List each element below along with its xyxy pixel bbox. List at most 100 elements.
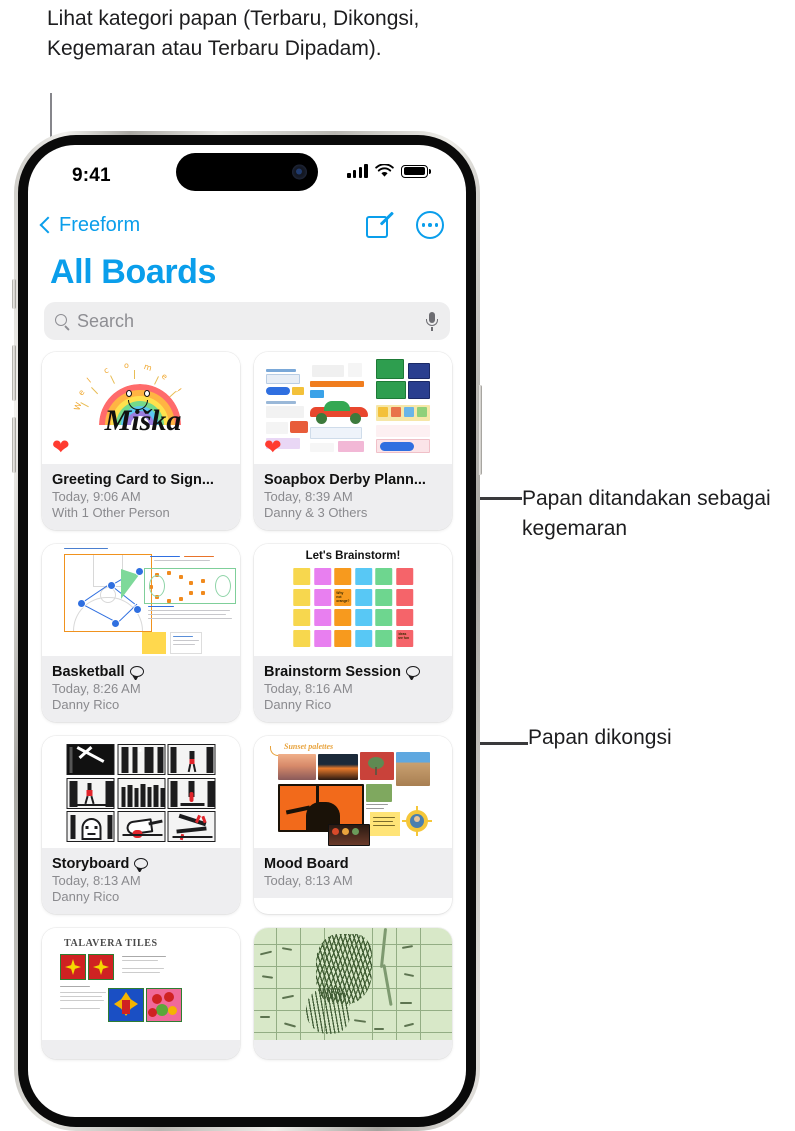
callout-favorite-board: Papan ditandakan sebagai kegemaran	[522, 487, 771, 540]
storyboard-frames	[66, 744, 216, 842]
basketball-notes	[144, 556, 236, 622]
board-thumbnail	[254, 928, 452, 1040]
board-card-soapbox-derby[interactable]: ❤ Soapbox Derby Plann... Today, 8:39 AM …	[254, 352, 452, 530]
page-title: All Boards	[50, 253, 217, 291]
talavera-heading: TALAVERA TILES	[64, 938, 158, 949]
favorite-heart-icon[interactable]: ❤	[52, 437, 70, 458]
callout-shared-board: Papan dikongsi	[528, 726, 672, 749]
board-title: Greeting Card to Sign...	[52, 472, 230, 488]
volume-up-button[interactable]	[12, 345, 16, 401]
board-title-text: Brainstorm Session	[264, 664, 401, 680]
more-options-icon[interactable]	[416, 211, 444, 239]
board-title-text: Storyboard	[52, 856, 130, 872]
mood-board-label: Sunset palettes	[284, 742, 334, 751]
board-timestamp: Today, 8:39 AM	[264, 489, 353, 504]
soapbox-derby-artwork	[254, 352, 452, 464]
device-screen: 9:41 Freeform All Boards Search W e l c …	[28, 145, 466, 1117]
silent-switch[interactable]	[12, 279, 16, 309]
board-title-text: Basketball	[52, 664, 125, 680]
board-thumbnail: TALAVERA TILES	[42, 928, 240, 1040]
navigation-bar: Freeform	[28, 201, 466, 247]
chevron-left-icon	[39, 216, 57, 234]
wifi-icon	[375, 164, 394, 177]
board-timestamp: Today, 8:26 AM	[52, 681, 141, 696]
board-meta: Soapbox Derby Plann... Today, 8:39 AM Da…	[254, 464, 452, 530]
brainstorm-heading: Let's Brainstorm!	[305, 550, 401, 562]
board-title-text: Mood Board	[264, 856, 349, 872]
board-timestamp: Today, 8:16 AM	[264, 681, 353, 696]
board-meta: Basketball Today, 8:26 AM Danny Rico	[42, 656, 240, 722]
basketball-court-diagram	[64, 554, 152, 632]
mood-board-artwork: Sunset palettes	[254, 736, 452, 848]
shared-board-icon	[134, 857, 149, 872]
favorite-heart-icon[interactable]: ❤	[264, 437, 282, 458]
shared-board-icon	[406, 665, 421, 680]
dynamic-island	[176, 153, 318, 191]
board-meta	[254, 1040, 452, 1059]
board-title: Basketball	[52, 664, 230, 680]
board-thumbnail: Let's Brainstorm! Why not orange? Ideas …	[254, 544, 452, 656]
back-button-label: Freeform	[59, 213, 141, 236]
board-card-basketball[interactable]: Basketball Today, 8:26 AM Danny Rico	[42, 544, 240, 722]
board-participants: Danny Rico	[52, 889, 120, 904]
hex-terrain	[254, 928, 452, 1040]
board-title: Soapbox Derby Plann...	[264, 472, 442, 488]
back-button[interactable]: Freeform	[39, 213, 141, 237]
greeting-name-text: Miška	[104, 404, 182, 437]
field-diagram	[144, 568, 236, 604]
board-thumbnail: ❤	[254, 352, 452, 464]
shared-board-icon	[129, 665, 145, 680]
boards-grid: W e l c o m e ! Miška ❤ Greeting Card to…	[28, 352, 466, 1059]
status-indicators	[347, 164, 431, 178]
basketball-artwork	[42, 544, 240, 656]
board-card-hex-map[interactable]	[254, 928, 452, 1059]
power-button[interactable]	[478, 385, 482, 475]
nav-actions	[366, 207, 444, 239]
screenshot-page: Lihat kategori papan (Terbaru, Dikongsi,…	[0, 0, 795, 1131]
volume-down-button[interactable]	[12, 417, 16, 473]
board-timestamp: Today, 8:13 AM	[264, 873, 353, 888]
board-title-text: Greeting Card to Sign...	[52, 472, 214, 488]
board-meta	[42, 1040, 240, 1059]
board-meta: Greeting Card to Sign... Today, 9:06 AM …	[42, 464, 240, 530]
iphone-device: 9:41 Freeform All Boards Search W e l c …	[12, 131, 482, 1131]
cellular-bars-icon	[347, 164, 368, 178]
battery-full-icon	[401, 164, 431, 178]
board-card-storyboard[interactable]: Storyboard Today, 8:13 AM Danny Rico	[42, 736, 240, 914]
sunburst-sticker	[402, 806, 432, 836]
talavera-tiles-artwork: TALAVERA TILES	[42, 928, 240, 1040]
board-participants: Danny Rico	[264, 697, 332, 712]
board-participants: Danny Rico	[52, 697, 120, 712]
board-thumbnail: W e l c o m e ! Miška ❤	[42, 352, 240, 464]
search-container: Search	[28, 302, 466, 352]
compose-new-board-icon[interactable]	[366, 207, 396, 238]
callout-board-categories: Lihat kategori papan (Terbaru, Dikongsi,…	[47, 7, 420, 60]
board-meta: Mood Board Today, 8:13 AM	[254, 848, 452, 898]
front-camera-icon	[292, 164, 307, 180]
search-icon	[55, 313, 70, 331]
microphone-icon[interactable]	[425, 311, 439, 331]
brainstorm-artwork: Let's Brainstorm! Why not orange? Ideas …	[254, 544, 452, 656]
search-bar[interactable]: Search	[44, 302, 450, 340]
board-title: Brainstorm Session	[264, 664, 442, 680]
board-card-greeting-card[interactable]: W e l c o m e ! Miška ❤ Greeting Card to…	[42, 352, 240, 530]
smiley-eye-right	[144, 390, 150, 397]
board-timestamp: Today, 8:13 AM	[52, 873, 141, 888]
sticky-note-grid: Why not orange? Ideas are fun	[293, 568, 413, 647]
status-time: 9:41	[72, 165, 111, 186]
board-participants: With 1 Other Person	[52, 505, 170, 520]
status-bar: 9:41	[28, 145, 466, 201]
board-title: Mood Board	[264, 856, 442, 872]
board-card-talavera-tiles[interactable]: TALAVERA TILES	[42, 928, 240, 1059]
board-title-text: Soapbox Derby Plann...	[264, 472, 426, 488]
board-card-brainstorm-session[interactable]: Let's Brainstorm! Why not orange? Ideas …	[254, 544, 452, 722]
board-thumbnail: Sunset palettes	[254, 736, 452, 848]
hex-map-artwork	[254, 928, 452, 1040]
search-input[interactable]: Search	[77, 311, 418, 332]
board-meta: Storyboard Today, 8:13 AM Danny Rico	[42, 848, 240, 914]
board-meta: Brainstorm Session Today, 8:16 AM Danny …	[254, 656, 452, 722]
board-thumbnail	[42, 544, 240, 656]
soapbox-car-graphic	[310, 401, 368, 424]
smiley-eye-left	[126, 390, 132, 397]
board-card-mood-board[interactable]: Sunset palettes Mood Board Today, 8:13 A…	[254, 736, 452, 914]
